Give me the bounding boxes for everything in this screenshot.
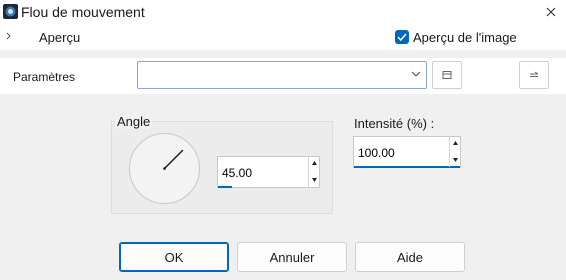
intensity-spin-arrows[interactable] [449,137,460,167]
preview-section-label[interactable]: Aperçu [39,30,80,45]
parameters-bar: Paramètres [0,58,566,94]
angle-dial[interactable] [128,132,201,205]
reset-preset-icon [530,71,539,77]
flou-app-icon [3,4,18,19]
show-preview-label[interactable]: Aperçu de l'image [413,30,517,45]
intensity-label: Intensité (%) : [354,116,435,131]
close-button[interactable] [536,0,566,24]
save-preset-button[interactable] [432,61,462,89]
spin-arrows-icon [312,161,317,182]
ok-button[interactable]: OK [119,242,229,272]
preview-bar: Aperçu Aperçu de l'image [0,24,566,50]
intensity-input[interactable]: 100.00 [358,146,395,160]
preset-dropdown[interactable] [137,61,427,89]
angle-label: Angle [115,114,153,129]
angle-spinbox[interactable]: 45.00 [217,156,320,188]
cancel-button[interactable]: Annuler [237,242,347,272]
intensity-spinbox[interactable]: 100.00 [353,136,461,168]
angle-input[interactable]: 45.00 [222,166,252,180]
angle-input-focus-bar [218,186,232,188]
angle-spin-arrows[interactable] [308,157,319,187]
expand-icon[interactable] [6,32,12,40]
check-icon [397,33,407,42]
close-icon [546,7,556,17]
title-bar: Flou de mouvement [0,0,566,24]
save-preset-icon [442,71,452,79]
help-button[interactable]: Aide [355,242,465,272]
parameters-label: Paramètres [13,70,76,84]
show-preview-checkbox[interactable] [395,30,409,44]
reset-preset-button[interactable] [519,61,549,89]
angle-dial-center [163,167,166,170]
chevron-down-icon [411,71,421,77]
intensity-input-focus-bar [354,166,460,168]
spin-arrows-icon [453,141,458,162]
window-title: Flou de mouvement [21,4,145,20]
